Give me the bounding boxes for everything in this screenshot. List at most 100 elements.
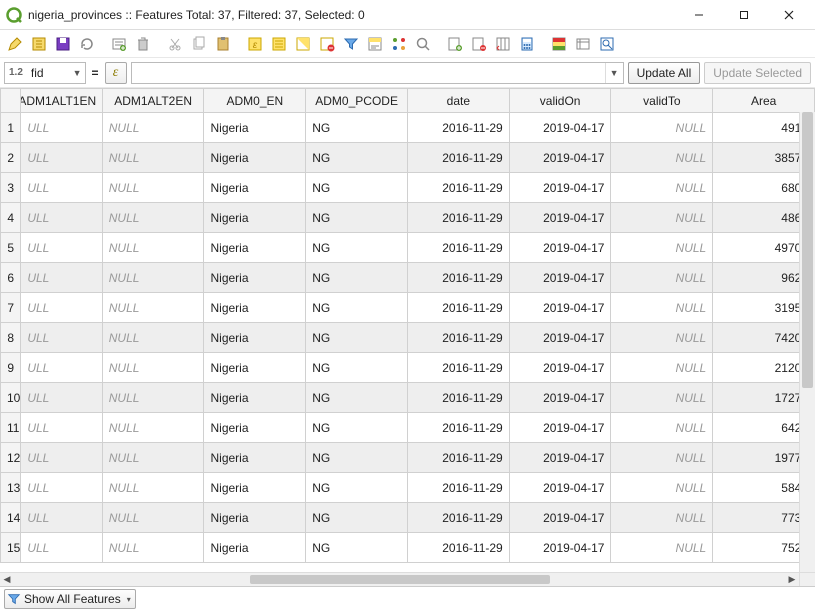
table-row[interactable]: 3ULLNULLNigeriaNG2016-11-292019-04-17NUL…: [1, 173, 815, 203]
cell[interactable]: Nigeria: [204, 263, 306, 293]
cell[interactable]: Nigeria: [204, 383, 306, 413]
conditional-formatting-icon[interactable]: [548, 33, 570, 55]
cell[interactable]: Nigeria: [204, 203, 306, 233]
cell[interactable]: ULL: [21, 443, 102, 473]
row-number[interactable]: 3: [1, 173, 21, 203]
cell[interactable]: 2016-11-29: [407, 383, 509, 413]
cell[interactable]: NULL: [102, 113, 204, 143]
move-to-top-icon[interactable]: [388, 33, 410, 55]
cell[interactable]: NG: [306, 413, 408, 443]
cell[interactable]: NG: [306, 473, 408, 503]
table-row[interactable]: 11ULLNULLNigeriaNG2016-11-292019-04-17NU…: [1, 413, 815, 443]
cell[interactable]: NULL: [102, 203, 204, 233]
cell[interactable]: 2019-04-17: [509, 113, 611, 143]
cell[interactable]: 2016-11-29: [407, 113, 509, 143]
cell[interactable]: NG: [306, 203, 408, 233]
cell[interactable]: NULL: [611, 143, 713, 173]
cell[interactable]: ULL: [21, 413, 102, 443]
cell[interactable]: NULL: [611, 413, 713, 443]
cell[interactable]: 2019-04-17: [509, 263, 611, 293]
cell[interactable]: NG: [306, 293, 408, 323]
field-selector[interactable]: 1.2 fid ▼: [4, 62, 86, 84]
column-header[interactable]: ADM0_EN: [204, 89, 306, 113]
table-row[interactable]: 4ULLNULLNigeriaNG2016-11-292019-04-17NUL…: [1, 203, 815, 233]
column-header[interactable]: date: [407, 89, 509, 113]
cell[interactable]: 2016-11-29: [407, 263, 509, 293]
scroll-right-icon[interactable]: ▶: [785, 573, 799, 586]
cell[interactable]: NULL: [102, 233, 204, 263]
cell[interactable]: ULL: [21, 113, 102, 143]
cell[interactable]: ULL: [21, 233, 102, 263]
cell[interactable]: Nigeria: [204, 353, 306, 383]
cell[interactable]: NG: [306, 353, 408, 383]
reload-icon[interactable]: [76, 33, 98, 55]
scrollbar-thumb[interactable]: [250, 575, 550, 584]
attribute-table[interactable]: ADM1ALT1ENADM1ALT2ENADM0_ENADM0_PCODEdat…: [0, 88, 815, 563]
cell[interactable]: 2019-04-17: [509, 293, 611, 323]
cell[interactable]: 2016-11-29: [407, 503, 509, 533]
cell[interactable]: 2019-04-17: [509, 443, 611, 473]
cell[interactable]: NULL: [102, 473, 204, 503]
cell[interactable]: 2019-04-17: [509, 383, 611, 413]
cell[interactable]: 2019-04-17: [509, 533, 611, 563]
cell[interactable]: NULL: [611, 533, 713, 563]
cell[interactable]: ULL: [21, 293, 102, 323]
cell[interactable]: ULL: [21, 473, 102, 503]
row-number[interactable]: 10: [1, 383, 21, 413]
cell[interactable]: NG: [306, 533, 408, 563]
row-number[interactable]: 1: [1, 113, 21, 143]
table-row[interactable]: 13ULLNULLNigeriaNG2016-11-292019-04-17NU…: [1, 473, 815, 503]
new-field-icon[interactable]: [444, 33, 466, 55]
cell[interactable]: Nigeria: [204, 143, 306, 173]
cell[interactable]: NG: [306, 233, 408, 263]
cell[interactable]: 2016-11-29: [407, 293, 509, 323]
cell[interactable]: NULL: [611, 293, 713, 323]
cell[interactable]: NULL: [611, 203, 713, 233]
cell[interactable]: NULL: [611, 323, 713, 353]
cell[interactable]: NULL: [611, 383, 713, 413]
zoom-to-selection-icon[interactable]: [412, 33, 434, 55]
cell[interactable]: NULL: [102, 413, 204, 443]
copy-icon[interactable]: [188, 33, 210, 55]
cell[interactable]: NULL: [611, 173, 713, 203]
cell[interactable]: 2019-04-17: [509, 173, 611, 203]
maximize-button[interactable]: [721, 1, 766, 29]
table-row[interactable]: 5ULLNULLNigeriaNG2016-11-292019-04-17NUL…: [1, 233, 815, 263]
cell[interactable]: 2016-11-29: [407, 323, 509, 353]
row-number[interactable]: 4: [1, 203, 21, 233]
cell[interactable]: Nigeria: [204, 233, 306, 263]
chevron-down-icon[interactable]: ▼: [605, 63, 623, 83]
cell[interactable]: NULL: [611, 263, 713, 293]
cell[interactable]: Nigeria: [204, 473, 306, 503]
cell[interactable]: ULL: [21, 533, 102, 563]
row-number[interactable]: 8: [1, 323, 21, 353]
column-header[interactable]: ADM1ALT2EN: [102, 89, 204, 113]
column-header[interactable]: Area: [713, 89, 815, 113]
cell[interactable]: NULL: [611, 353, 713, 383]
cell[interactable]: NULL: [611, 503, 713, 533]
row-number[interactable]: 7: [1, 293, 21, 323]
cell[interactable]: Nigeria: [204, 413, 306, 443]
actions-icon[interactable]: [572, 33, 594, 55]
cell[interactable]: NULL: [102, 533, 204, 563]
expression-text[interactable]: [132, 63, 605, 83]
cell[interactable]: 2019-04-17: [509, 323, 611, 353]
cell[interactable]: ULL: [21, 353, 102, 383]
cell[interactable]: 2016-11-29: [407, 143, 509, 173]
cell[interactable]: 2016-11-29: [407, 413, 509, 443]
cell[interactable]: ULL: [21, 503, 102, 533]
expression-builder-button[interactable]: ε: [105, 62, 127, 84]
cell[interactable]: NG: [306, 383, 408, 413]
organize-columns-icon[interactable]: [492, 33, 514, 55]
cell[interactable]: NULL: [102, 173, 204, 203]
filter-selection-icon[interactable]: [340, 33, 362, 55]
column-header[interactable]: ADM1ALT1EN: [21, 89, 102, 113]
cell[interactable]: Nigeria: [204, 443, 306, 473]
cell[interactable]: NG: [306, 323, 408, 353]
cell[interactable]: ULL: [21, 383, 102, 413]
table-row[interactable]: 12ULLNULLNigeriaNG2016-11-292019-04-17NU…: [1, 443, 815, 473]
cell[interactable]: 2016-11-29: [407, 443, 509, 473]
row-number[interactable]: 6: [1, 263, 21, 293]
cell[interactable]: NULL: [102, 443, 204, 473]
cell[interactable]: 2016-11-29: [407, 173, 509, 203]
